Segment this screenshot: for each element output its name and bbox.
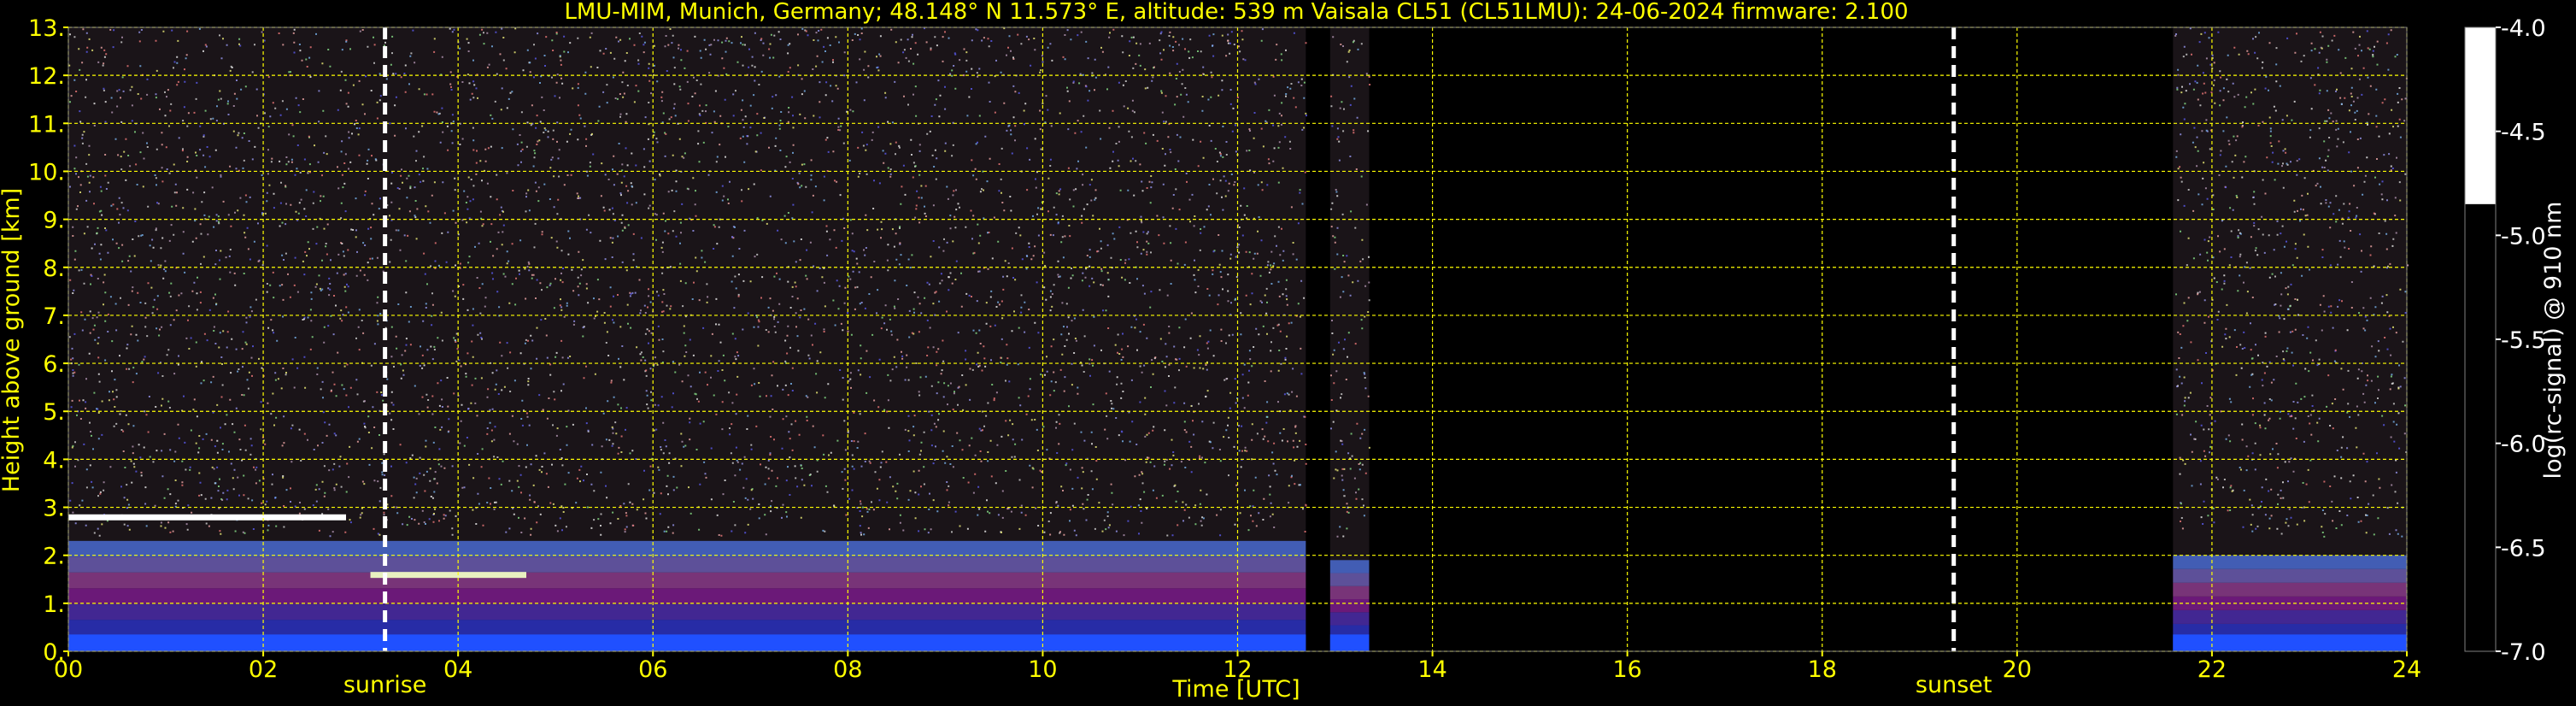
x-tick-label: 18	[1808, 656, 1837, 683]
x-tick-label: 10	[1028, 656, 1057, 683]
aerosol-band	[1329, 599, 1370, 613]
y-tick-label: 5.	[43, 399, 65, 426]
colorbar-swatch	[2465, 27, 2496, 204]
near-ground-band	[2173, 634, 2407, 651]
aerosol-band	[1329, 560, 1370, 574]
sunrise-label: sunrise	[343, 672, 427, 698]
y-tick-label: 13.	[28, 15, 65, 42]
x-tick-label: 14	[1417, 656, 1446, 683]
data-interval	[1329, 27, 1371, 651]
aerosol-band	[68, 556, 1306, 573]
y-tick-label: 9.	[43, 208, 65, 234]
y-tick-label: 10.	[28, 159, 65, 185]
aerosol-band	[2173, 609, 2407, 624]
colorbar-label: log(rc-signal) @ 910 nm	[2540, 202, 2567, 479]
aerosol-band	[1329, 585, 1370, 600]
aerosol-band	[68, 572, 1306, 589]
chart-title: LMU-MIM, Munich, Germany; 48.148° N 11.5…	[564, 0, 1908, 25]
data-interval	[68, 27, 1308, 651]
colorbar-tick-label: -7.0	[2501, 639, 2546, 666]
data-interval	[2173, 27, 2409, 651]
y-tick-label: 7.	[43, 303, 65, 330]
y-tick-label: 0.	[43, 639, 65, 666]
y-tick-label: 1.	[43, 591, 65, 618]
ceilometer-figure: sunrise sunset 00 02 04 06 08 10 12 14 16 18 20 22 24…	[0, 0, 2576, 706]
y-axis-label: Height above ground [km]	[0, 188, 25, 492]
y-tick-label: 4.	[43, 447, 65, 474]
colorbar-tick-label: -5.0	[2501, 223, 2546, 250]
aerosol-band	[68, 603, 1306, 621]
aerosol-band	[68, 588, 1306, 604]
colorbar-tick-label: -4.0	[2501, 15, 2546, 42]
x-tick-label: 02	[249, 656, 278, 683]
x-tick-label: 16	[1612, 656, 1641, 683]
x-tick-label: 04	[443, 656, 472, 683]
colorbar-tick-label: -6.5	[2501, 535, 2546, 562]
x-tick-label: 24	[2392, 656, 2421, 683]
aerosol-band	[2173, 568, 2407, 583]
x-tick-label: 08	[833, 656, 862, 683]
x-tick-label: 20	[2003, 656, 2032, 683]
layer-top-line	[68, 514, 347, 521]
aerosol-band	[1329, 573, 1370, 586]
colorbar-tick-label: -4.5	[2501, 120, 2546, 146]
y-tick-label: 8.	[43, 256, 65, 282]
aerosol-band	[1329, 612, 1370, 626]
y-tick-label: 12.	[28, 63, 65, 90]
y-tick-label: 3.	[43, 496, 65, 522]
y-tick-label: 6.	[43, 351, 65, 378]
noise-base	[1329, 27, 1370, 651]
colorbar-tick-label: -6.0	[2501, 432, 2546, 458]
colorbar: -4.0 -4.5 -5.0 -5.5 -6.0 -6.5 -7.0	[2464, 15, 2546, 666]
colorbar-tick-label: -5.5	[2501, 327, 2546, 354]
near-ground-band	[1329, 634, 1370, 651]
aerosol-band	[2173, 582, 2407, 597]
near-ground-band	[68, 634, 1306, 651]
x-tick-label: 22	[2198, 656, 2227, 683]
aerosol-band	[68, 540, 1306, 557]
layer-top-line	[370, 572, 526, 579]
ceilometer-heatmap-chart: sunrise sunset 00 02 04 06 08 10 12 14 16 18 20 22 24…	[0, 0, 2567, 703]
y-tick-label: 11.	[28, 111, 65, 138]
aerosol-band	[68, 620, 1306, 636]
aerosol-band	[2173, 555, 2407, 569]
sunset-label: sunset	[1916, 672, 1992, 698]
x-axis-label: Time [UTC]	[1171, 676, 1300, 703]
y-tick-label: 2.	[43, 544, 65, 570]
x-tick-label: 06	[638, 656, 667, 683]
